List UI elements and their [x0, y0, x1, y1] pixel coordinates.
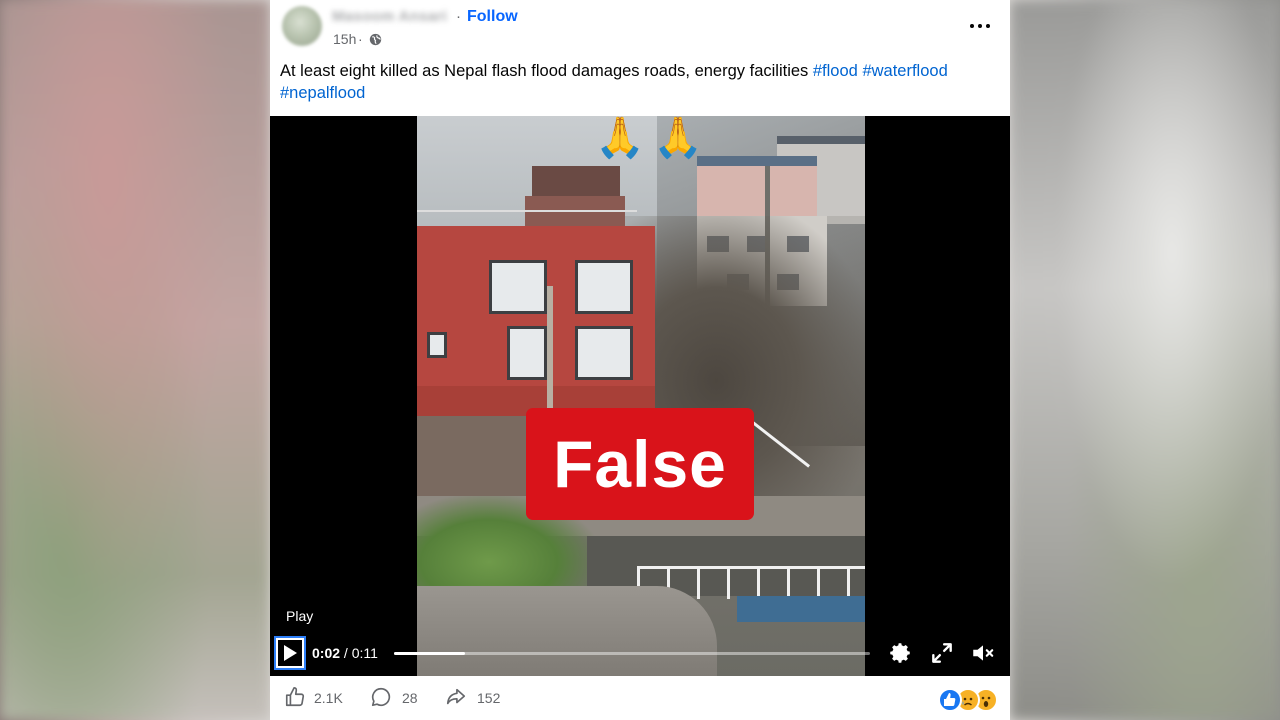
mute-icon[interactable]	[970, 640, 996, 666]
share-action[interactable]: 152	[444, 686, 506, 710]
settings-gear-icon[interactable]	[887, 640, 913, 666]
video-duration: 0:11	[351, 645, 378, 661]
author-name[interactable]: Masoom Ansari	[332, 8, 447, 25]
globe-icon	[369, 33, 382, 46]
hashtag-nepalflood[interactable]: #nepalflood	[280, 84, 365, 102]
comment-count: 28	[402, 690, 418, 706]
post-header: Masoom Ansari · Follow 15h ·	[270, 0, 1010, 56]
video-timecode: 0:02 / 0:11	[312, 645, 378, 661]
blue-structure	[737, 596, 865, 622]
like-count: 2.1K	[314, 690, 343, 706]
comment-action[interactable]: 28	[370, 686, 422, 710]
fullscreen-icon[interactable]	[929, 640, 955, 666]
background-blur-left	[0, 0, 270, 720]
play-button[interactable]	[274, 636, 306, 670]
like-reaction-icon	[938, 688, 962, 712]
like-thumb-icon	[285, 687, 305, 707]
hashtag-flood[interactable]: #flood	[813, 62, 858, 80]
foreground-wall	[417, 586, 717, 676]
video-progress-bar[interactable]	[394, 652, 870, 655]
post-text: At least eight killed as Nepal flash flo…	[280, 60, 1000, 104]
comment-bubble-icon	[371, 687, 391, 707]
hashtag-waterflood[interactable]: #waterflood	[862, 62, 947, 80]
folded-hands-emoji: 🙏	[653, 116, 703, 160]
play-icon	[284, 645, 297, 661]
post-caption: At least eight killed as Nepal flash flo…	[280, 62, 813, 80]
share-count: 152	[477, 690, 501, 706]
folded-hands-emoji: 🙏	[595, 116, 645, 160]
more-options-icon[interactable]	[968, 18, 992, 34]
author-avatar[interactable]	[282, 6, 322, 46]
follow-button[interactable]: Follow	[467, 8, 518, 26]
video-player[interactable]: 🙏 🙏 False Play 0:02 / 0:11	[270, 116, 1010, 676]
video-frame: 🙏 🙏	[417, 116, 865, 676]
video-progress-fill	[394, 652, 466, 655]
timestamp-separator: ·	[358, 31, 363, 47]
share-arrow-icon	[446, 688, 466, 705]
facebook-post-card: Masoom Ansari · Follow 15h · At least ei…	[270, 0, 1010, 720]
current-time: 0:02	[312, 645, 341, 661]
post-timestamp[interactable]: 15h	[333, 31, 356, 47]
time-separator: /	[340, 645, 352, 661]
background-blur-right	[1010, 0, 1280, 720]
post-actions-bar: 2.1K 28 152	[270, 676, 1010, 720]
play-tooltip: Play	[286, 608, 314, 624]
reaction-summary[interactable]	[938, 688, 1000, 712]
false-rating-badge: False	[526, 408, 754, 520]
like-action[interactable]: 2.1K	[284, 686, 346, 710]
header-separator: ·	[456, 8, 461, 25]
